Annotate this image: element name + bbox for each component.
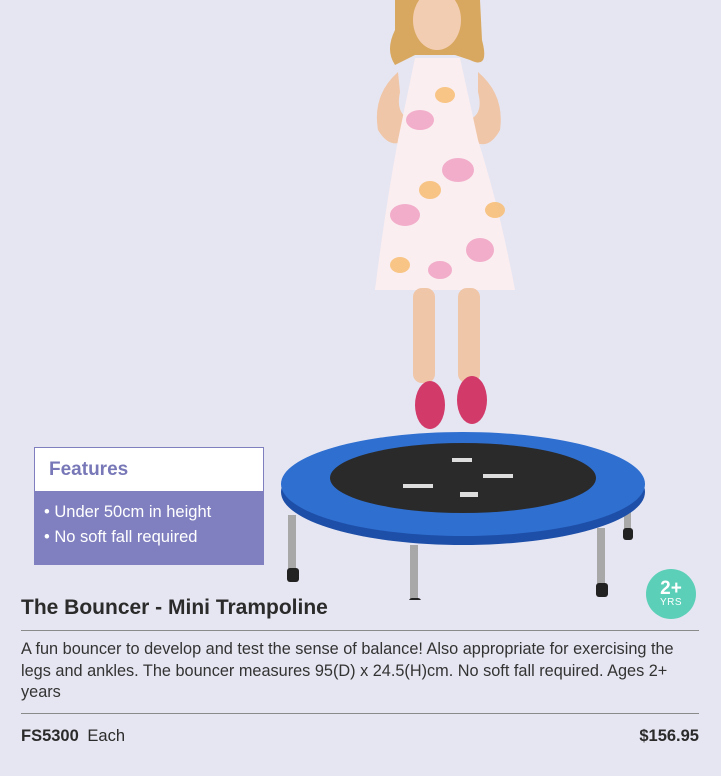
product-description: A fun bouncer to develop and test the se… — [21, 640, 674, 701]
product-card: Features • Under 50cm in height • No sof… — [0, 0, 721, 776]
feature-item: • No soft fall required — [44, 528, 198, 546]
features-panel: Features • Under 50cm in height • No sof… — [34, 447, 264, 565]
title-divider — [21, 630, 699, 631]
age-value: 2+ — [660, 578, 682, 599]
product-code: FS5300 — [21, 727, 79, 745]
age-unit: YRS — [659, 597, 683, 608]
trampoline-frame — [281, 432, 645, 545]
product-title: The Bouncer - Mini Trampoline — [21, 596, 328, 619]
age-badge: 2+ YRS — [646, 569, 696, 619]
features-title: Features — [49, 458, 129, 480]
product-unit: Each — [87, 727, 125, 745]
product-code-group: FS5300 Each — [21, 727, 125, 746]
features-list: • Under 50cm in height • No soft fall re… — [34, 492, 264, 565]
product-order-row: FS5300 Each $156.95 — [21, 727, 699, 746]
child-figure — [375, 0, 515, 429]
description-divider — [21, 713, 699, 714]
features-header: Features — [34, 447, 264, 492]
product-price: $156.95 — [639, 727, 699, 745]
feature-item: • Under 50cm in height — [44, 503, 212, 521]
